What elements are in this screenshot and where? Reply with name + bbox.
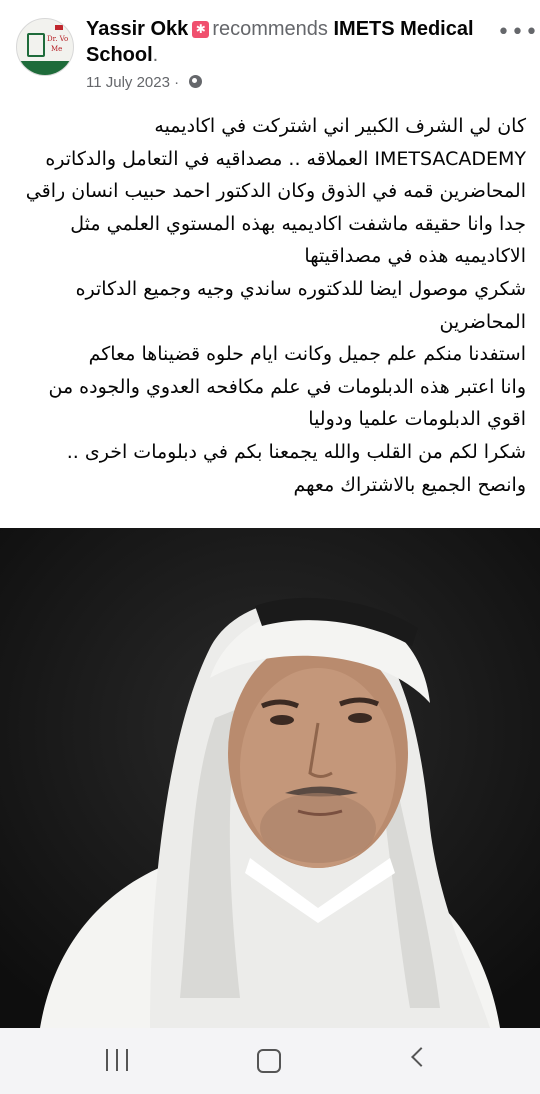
post-text-line: كان لي الشرف الكبير اني اشتركت في اكاديم…: [154, 115, 526, 137]
recommends-label: recommends: [212, 18, 328, 40]
logo-red-accent: [55, 25, 63, 30]
post-photo[interactable]: [0, 528, 540, 1028]
post-date[interactable]: 11 July 2023: [86, 74, 170, 91]
recommend-badge-icon: ✱: [192, 21, 210, 38]
post-text-line: شكري موصول ايضا للدكتوره ساندي وجيه وجمي…: [75, 277, 526, 300]
post-text-line: الاكاديميه هذه في مصداقيتها: [304, 245, 526, 268]
post-text-line: وانصح الجميع بالاشتراك معهم: [293, 473, 527, 496]
android-navigation-bar: [0, 1028, 540, 1094]
globe-icon: [189, 75, 203, 88]
post-text-line: شكرا لكم من القلب والله يجمعنا بكم في دب…: [66, 440, 526, 463]
post-text-line: جدا وانا حقيقه ماشفت اكاديميه بهذه المست…: [70, 212, 526, 235]
post-text-line: اقوي الدبلومات علميا ودوليا: [308, 408, 526, 431]
post-text-line: المحاضرين قمه في الذوق وكان الدكتور احمد…: [25, 180, 526, 203]
post-text-line: المحاضرين: [439, 310, 526, 333]
post-text-line: IMETSACADEMY العملاقه .. مصداقيه في التع…: [45, 147, 526, 170]
recent-apps-icon[interactable]: [106, 1049, 130, 1071]
back-icon[interactable]: [411, 1047, 431, 1067]
logo-band: [17, 61, 73, 75]
avatar-logo-text-2: Me: [51, 45, 63, 53]
post-text-line: استفدنا منكم علم جميل وكانت ايام حلوه قض…: [88, 343, 526, 366]
author-name[interactable]: Yassir Okk: [86, 18, 188, 40]
logo-mark-icon: [27, 33, 45, 57]
post-meta: 11 July 2023 ·: [86, 74, 203, 91]
page-avatar[interactable]: Dr. Vo Me: [16, 18, 74, 76]
post-body: كان لي الشرف الكبير اني اشتركت في اكاديم…: [14, 110, 526, 501]
post-title: Yassir Okk ✱ recommends IMETS Medical Scho…: [86, 18, 474, 66]
post-header: Dr. Vo Me Yassir Okk ✱ recommends IMETS Me…: [0, 0, 540, 110]
post-text-line: وانا اعتبر هذه الدبلومات في علم مكافحه ا…: [48, 375, 526, 398]
portrait-illustration: [0, 528, 540, 1028]
avatar-logo-text: Dr. Vo: [47, 35, 69, 43]
home-icon[interactable]: [257, 1049, 281, 1073]
more-options-icon[interactable]: •••: [497, 20, 539, 45]
